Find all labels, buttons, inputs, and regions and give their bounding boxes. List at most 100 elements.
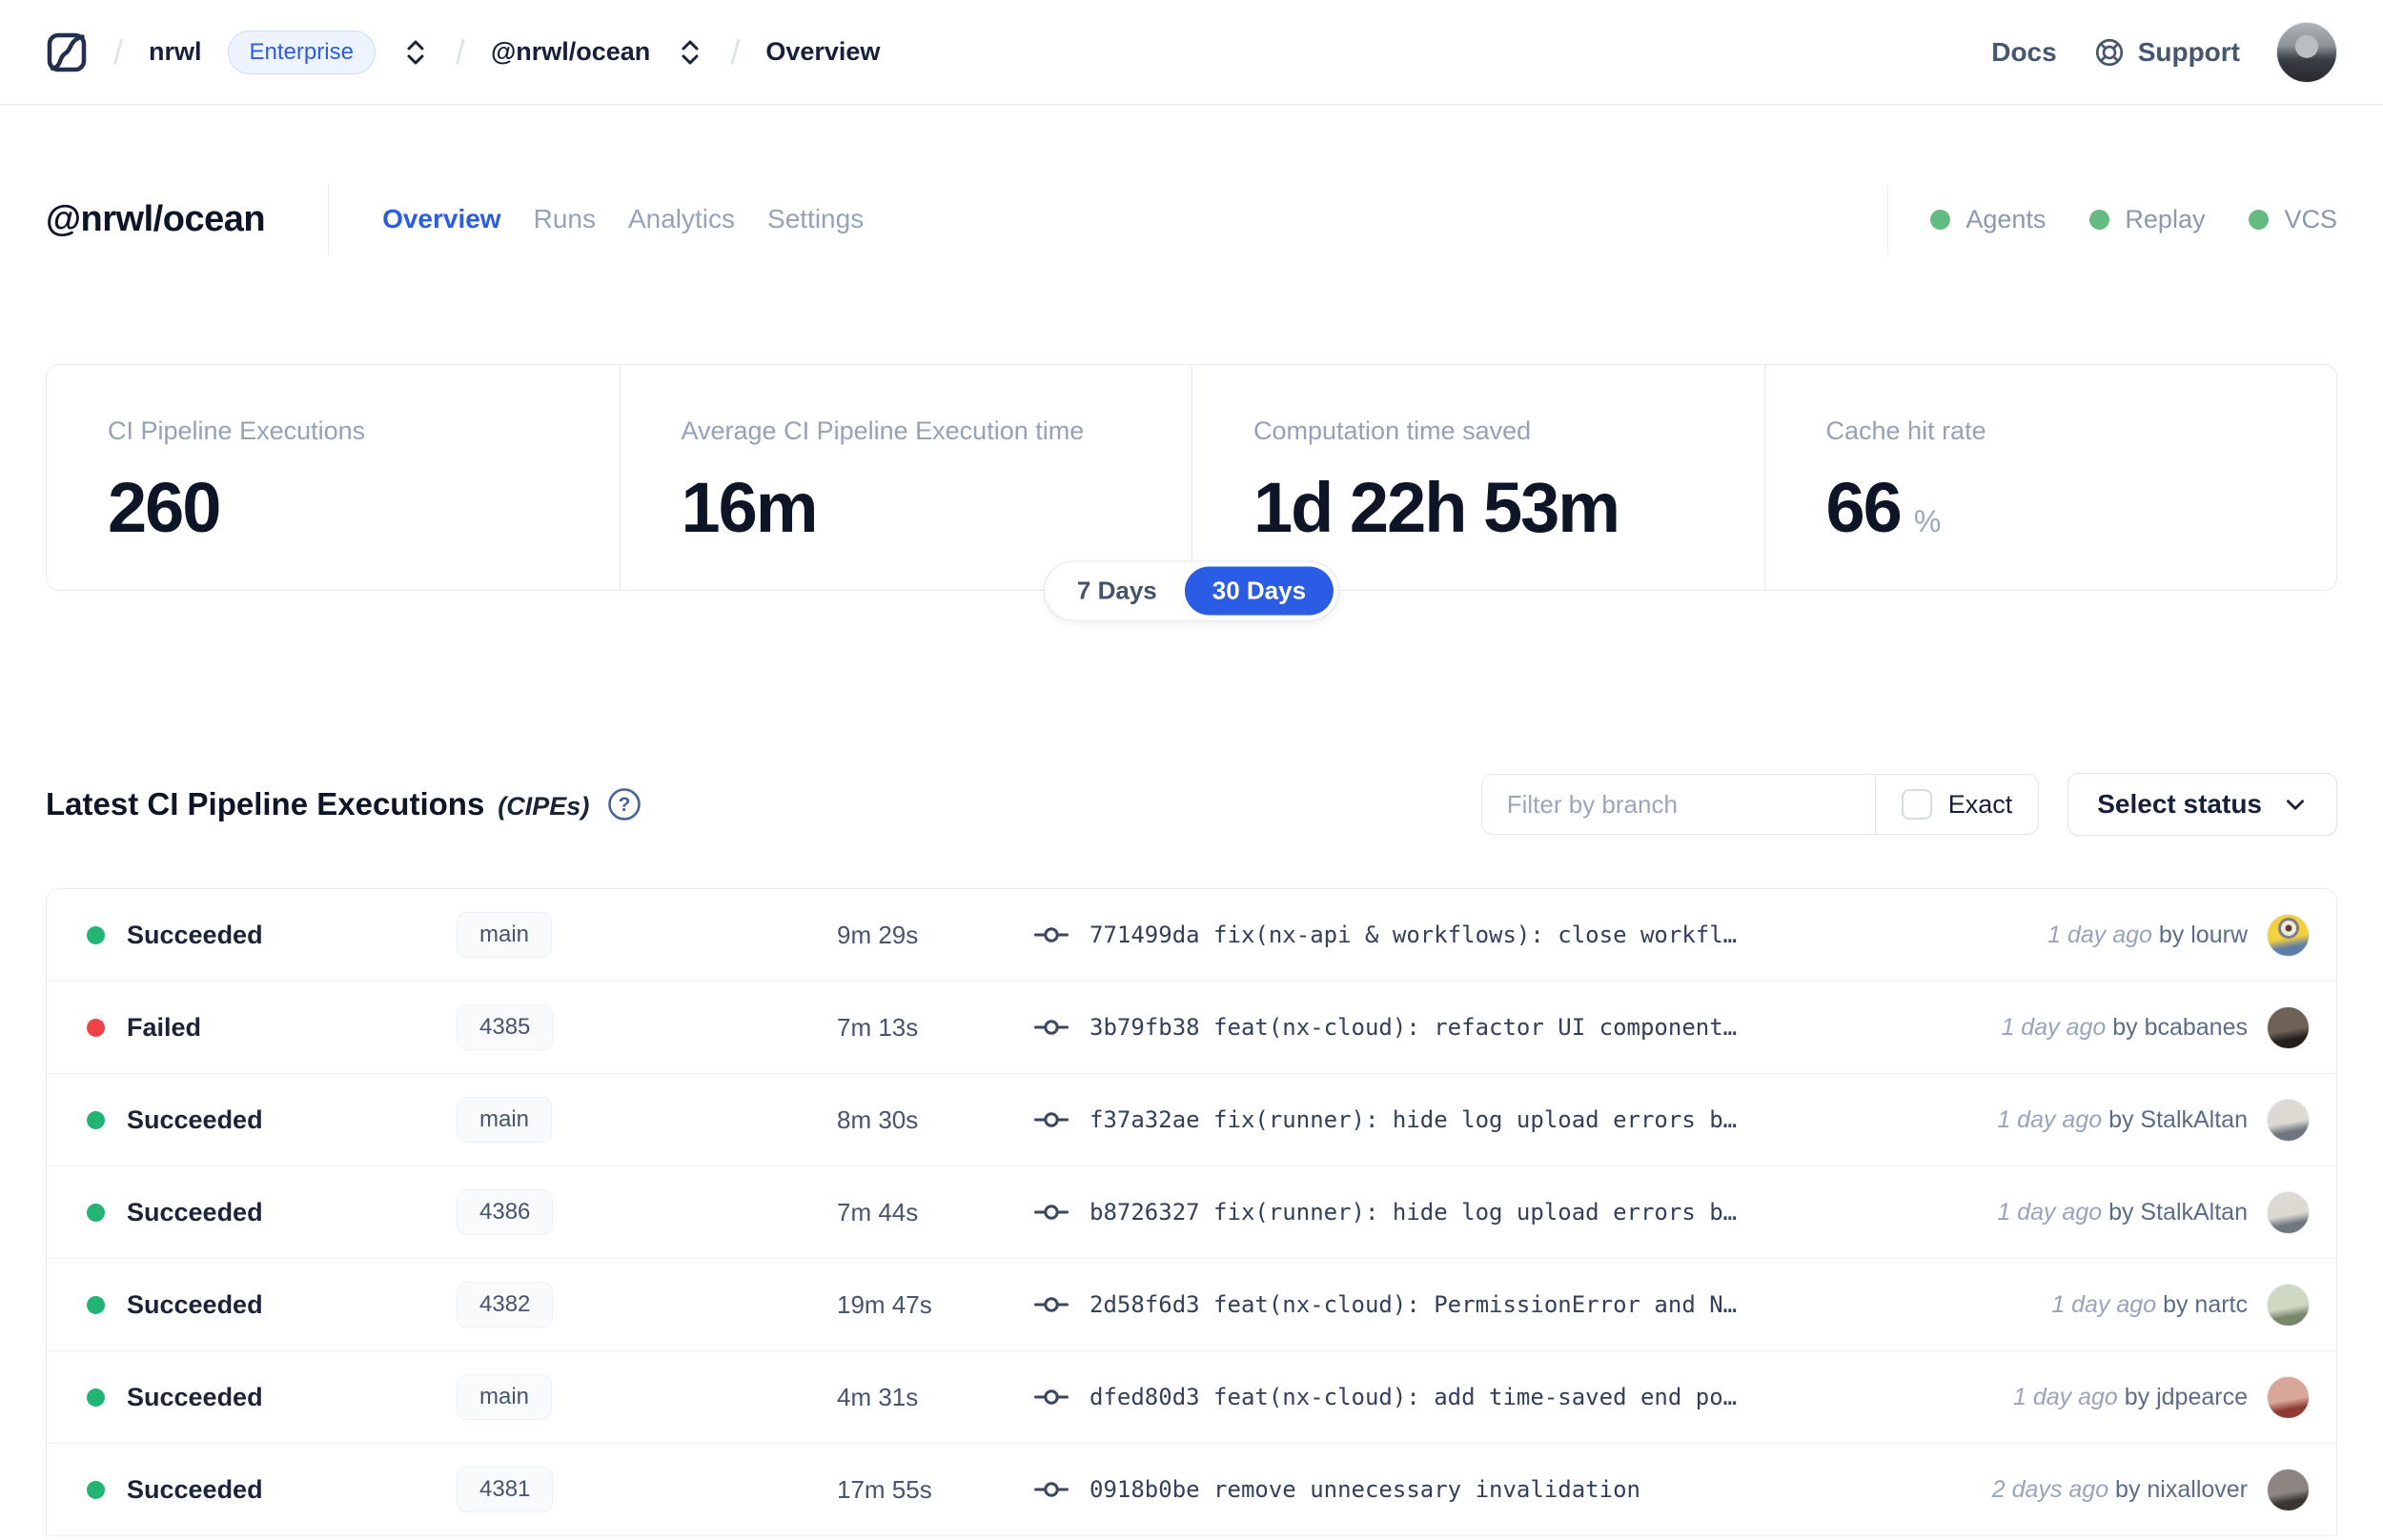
- commit-cell: 0918b0be remove unnecessary invalidation: [1034, 1476, 1964, 1503]
- git-commit-icon: [1034, 1293, 1069, 1316]
- workspace-selector-chevron-icon[interactable]: [676, 36, 704, 69]
- docs-link[interactable]: Docs: [1991, 37, 2056, 68]
- meta-text: 1 day ago by StalkAltan: [1997, 1105, 2248, 1133]
- status-dot-icon: [87, 1295, 105, 1314]
- meta-text: 1 day ago by lourw: [2047, 921, 2248, 948]
- green-dot-icon: [2249, 209, 2270, 230]
- stat-value: 66 %: [1825, 468, 1942, 547]
- status-dot-icon: [87, 1018, 105, 1037]
- tab-analytics[interactable]: Analytics: [628, 204, 735, 234]
- section-title-suffix: (CIPEs): [498, 792, 590, 821]
- author-avatar: [2267, 1005, 2310, 1049]
- duration-cell: 9m 29s: [837, 920, 919, 949]
- indicator-label: Replay: [2125, 204, 2206, 233]
- select-status-dropdown[interactable]: Select status: [2067, 773, 2337, 836]
- git-commit-icon: [1034, 1016, 1069, 1039]
- org-selector-chevron-icon[interactable]: [401, 36, 430, 69]
- table-row[interactable]: Succeeded main 9m 29s 771499da fix(nx-ap…: [47, 889, 2336, 982]
- git-commit-icon: [1034, 1108, 1069, 1131]
- author-avatar: [2267, 1098, 2310, 1142]
- duration-cell: 4m 31s: [837, 1382, 919, 1411]
- help-icon[interactable]: ?: [606, 786, 642, 822]
- branch-chip: 4381: [457, 1467, 554, 1512]
- breadcrumb-page: Overview: [765, 37, 881, 66]
- commit-cell: 3b79fb38 feat(nx-cloud): refactor UI com…: [1034, 1014, 1972, 1041]
- workspace-tabs: Overview Runs Analytics Settings: [382, 204, 864, 234]
- table-row[interactable]: Failed 4385 7m 13s 3b79fb38 feat(nx-clou…: [47, 982, 2336, 1074]
- status-label: Succeeded: [127, 1289, 263, 1319]
- stat-label: Computation time saved: [1253, 416, 1532, 445]
- cipe-section-header: Latest CI Pipeline Executions (CIPEs) ? …: [46, 773, 2337, 836]
- cipe-table: Succeeded main 9m 29s 771499da fix(nx-ap…: [46, 888, 2337, 1536]
- breadcrumb-separator: /: [730, 31, 741, 71]
- section-title-text: Latest CI Pipeline Executions: [46, 786, 485, 821]
- commit-cell: b8726327 fix(runner): hide log upload er…: [1034, 1199, 1968, 1226]
- exact-checkbox[interactable]: [1901, 789, 1932, 820]
- table-row[interactable]: Succeeded 4386 7m 44s b8726327 fix(runne…: [47, 1166, 2336, 1259]
- meta-text: 1 day ago by bcabanes: [2001, 1013, 2248, 1041]
- duration-cell: 17m 55s: [837, 1474, 932, 1504]
- meta-text: 2 days ago by nixallover: [1991, 1475, 2248, 1503]
- table-row[interactable]: Succeeded 4382 19m 47s 2d58f6d3 feat(nx-…: [47, 1259, 2336, 1351]
- tab-overview[interactable]: Overview: [382, 204, 501, 234]
- table-row[interactable]: Succeeded 4381 17m 55s 0918b0be remove u…: [47, 1444, 2336, 1536]
- stat-card: CI Pipeline Executions 260: [47, 365, 620, 590]
- commit-cell: 2d58f6d3 feat(nx-cloud): PermissionError…: [1034, 1291, 2023, 1318]
- meta-text: 1 day ago by StalkAltan: [1997, 1198, 2248, 1226]
- green-dot-icon: [1930, 209, 1951, 230]
- breadcrumb-org[interactable]: nrwl: [149, 37, 202, 67]
- meta-cell: 1 day ago by bcabanes: [2001, 1005, 2310, 1049]
- indicator-replay[interactable]: Replay: [2089, 205, 2205, 234]
- tab-runs[interactable]: Runs: [534, 204, 596, 234]
- exact-label[interactable]: Exact: [1948, 790, 2013, 820]
- author-avatar: [2267, 1468, 2310, 1511]
- meta-cell: 1 day ago by nartc: [2051, 1283, 2310, 1327]
- support-label: Support: [2137, 36, 2240, 67]
- tab-settings[interactable]: Settings: [767, 204, 864, 234]
- meta-cell: 2 days ago by nixallover: [1991, 1468, 2310, 1511]
- status-label: Succeeded: [127, 1474, 263, 1504]
- branch-chip: 4382: [457, 1282, 554, 1327]
- indicator-agents[interactable]: Agents: [1930, 205, 2046, 234]
- lifebuoy-icon: [2093, 36, 2126, 69]
- duration-cell: 19m 47s: [837, 1289, 932, 1319]
- author-avatar: [2267, 1283, 2310, 1327]
- commit-cell: dfed80d3 feat(nx-cloud): add time-saved …: [1034, 1384, 1985, 1410]
- stat-label: Cache hit rate: [1825, 416, 1986, 445]
- commit-message: 2d58f6d3 feat(nx-cloud): PermissionError…: [1090, 1291, 1738, 1318]
- stat-value: 1d 22h 53m: [1253, 468, 1620, 547]
- header-actions: Docs Support: [1991, 21, 2337, 83]
- commit-message: 3b79fb38 feat(nx-cloud): refactor UI com…: [1090, 1014, 1738, 1041]
- indicator-vcs[interactable]: VCS: [2249, 205, 2337, 234]
- nx-cloud-logo-icon[interactable]: [46, 31, 88, 73]
- support-link[interactable]: Support: [2093, 36, 2240, 69]
- exact-filter: Exact: [1874, 775, 2039, 834]
- status-indicators: Agents Replay VCS: [1887, 185, 2337, 253]
- branch-chip: 4385: [457, 1004, 554, 1050]
- commit-message: 0918b0be remove unnecessary invalidation: [1090, 1476, 1640, 1503]
- enterprise-badge[interactable]: Enterprise: [227, 30, 376, 74]
- branch-filter-input[interactable]: [1481, 775, 1875, 834]
- commit-message: f37a32ae fix(runner): hide log upload er…: [1090, 1106, 1738, 1133]
- status-dot-icon: [87, 1388, 105, 1407]
- stat-label: CI Pipeline Executions: [108, 416, 366, 445]
- table-row[interactable]: Succeeded main 8m 30s f37a32ae fix(runne…: [47, 1074, 2336, 1166]
- branch-cell: 4381: [457, 1467, 837, 1512]
- range-option-7-days[interactable]: 7 Days: [1049, 567, 1185, 616]
- status-cell: Succeeded: [87, 1290, 457, 1320]
- breadcrumb-separator: /: [455, 31, 465, 71]
- meta-text: 1 day ago by nartc: [2051, 1290, 2248, 1318]
- user-avatar[interactable]: [2276, 21, 2337, 83]
- range-option-30-days[interactable]: 30 Days: [1184, 566, 1334, 616]
- status-dot-icon: [87, 1480, 105, 1499]
- branch-chip: main: [457, 1374, 553, 1420]
- branch-cell: 4386: [457, 1189, 837, 1235]
- commit-cell: f37a32ae fix(runner): hide log upload er…: [1034, 1106, 1968, 1133]
- status-cell: Succeeded: [87, 921, 457, 950]
- breadcrumb-separator: /: [113, 31, 124, 71]
- cipe-filters: Exact Select status: [1480, 773, 2337, 836]
- table-row[interactable]: Succeeded main 4m 31s dfed80d3 feat(nx-c…: [47, 1351, 2336, 1444]
- status-label: Failed: [127, 1012, 202, 1042]
- breadcrumb-workspace[interactable]: @nrwl/ocean: [491, 37, 650, 67]
- status-cell: Failed: [87, 1013, 457, 1043]
